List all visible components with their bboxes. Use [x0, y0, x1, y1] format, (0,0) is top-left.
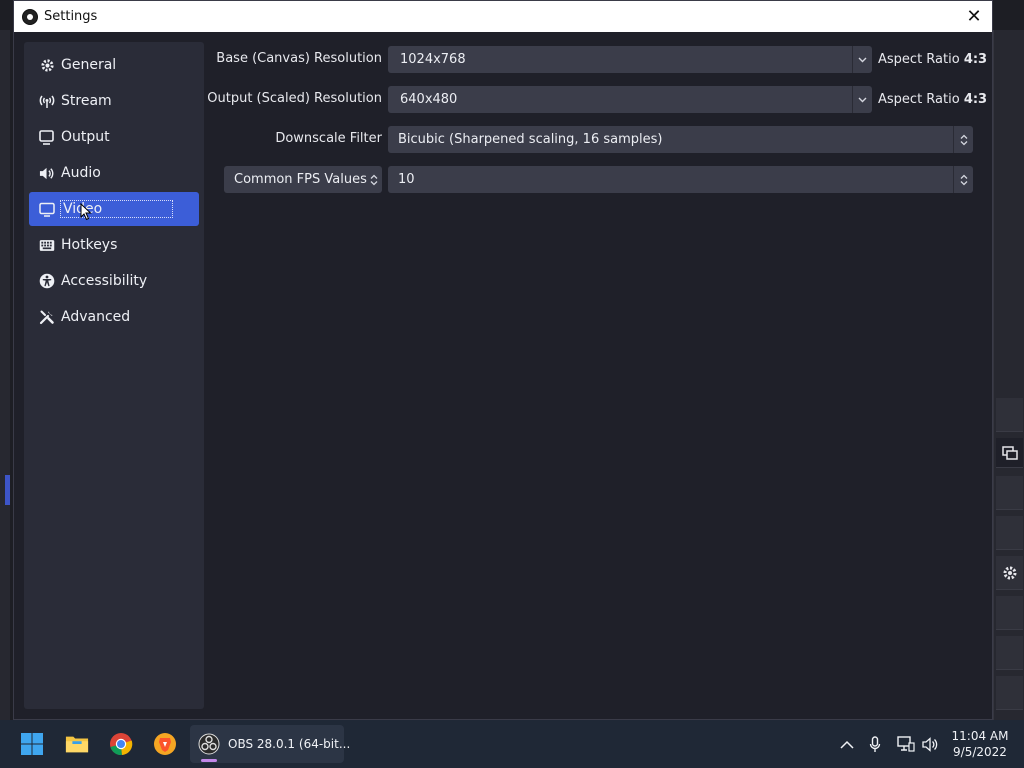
- dock-button[interactable]: [996, 476, 1023, 510]
- gear-icon: [1003, 566, 1016, 579]
- downscale-filter-value: Bicubic (Sharpened scaling, 16 samples): [398, 132, 663, 147]
- start-button[interactable]: [20, 732, 44, 756]
- base-resolution-label: Base (Canvas) Resolution: [216, 51, 382, 66]
- show-hidden-icons-button[interactable]: [838, 735, 856, 753]
- folder-icon: [65, 736, 89, 753]
- dock-button[interactable]: [996, 596, 1023, 630]
- tools-icon: [39, 309, 55, 325]
- fps-type-select[interactable]: Common FPS Values: [224, 166, 382, 193]
- chrome-icon: [110, 733, 133, 756]
- gear-icon: [39, 57, 55, 73]
- close-button[interactable]: ✕: [962, 5, 986, 27]
- microphone-tray-button[interactable]: [866, 735, 884, 753]
- output-icon: [39, 129, 55, 145]
- sidebar-item-general[interactable]: General: [29, 48, 199, 82]
- updown-arrows-icon[interactable]: [953, 126, 973, 153]
- brave-button[interactable]: [153, 732, 177, 756]
- undock-icon: [1001, 445, 1018, 460]
- dock-button[interactable]: [996, 516, 1023, 550]
- settings-sidebar: General Stream Output Audio Video: [24, 42, 204, 709]
- sidebar-item-label: Advanced: [61, 309, 131, 325]
- monitor-icon: [39, 201, 55, 217]
- downscale-filter-label: Downscale Filter: [275, 131, 382, 146]
- clock-time: 11:04 AM: [951, 729, 1009, 743]
- title-bar: Settings ✕: [14, 1, 992, 32]
- taskbar-obs-button[interactable]: OBS 28.0.1 (64-bit...: [190, 725, 350, 763]
- output-resolution-value: 640x480: [400, 92, 458, 107]
- obs-logo-icon: [198, 733, 220, 755]
- fps-type-value: Common FPS Values: [234, 172, 367, 187]
- base-resolution-combobox[interactable]: 1024x768: [388, 46, 872, 73]
- updown-arrows-icon[interactable]: [953, 166, 973, 193]
- sidebar-item-audio[interactable]: Audio: [29, 156, 199, 190]
- dock-button[interactable]: [996, 636, 1023, 670]
- dock-undock-button[interactable]: [996, 438, 1023, 468]
- taskbar-clock[interactable]: 11:04 AM 9/5/2022: [940, 728, 1020, 760]
- microphone-icon: [869, 735, 881, 752]
- aspect-ratio-value: 4:3: [963, 52, 988, 67]
- network-tray-button[interactable]: [897, 735, 915, 753]
- chevron-down-icon[interactable]: [852, 86, 872, 113]
- dialog-title: Settings: [44, 9, 98, 24]
- file-explorer-button[interactable]: [65, 732, 89, 756]
- clock-date: 9/5/2022: [953, 745, 1007, 759]
- aspect-ratio-prefix: Aspect Ratio: [878, 92, 964, 107]
- base-aspect-ratio: Aspect Ratio 4:3: [878, 52, 987, 67]
- sidebar-item-output[interactable]: Output: [29, 120, 199, 154]
- downscale-filter-select[interactable]: Bicubic (Sharpened scaling, 16 samples): [388, 126, 973, 153]
- sidebar-item-hotkeys[interactable]: Hotkeys: [29, 228, 199, 262]
- base-resolution-value: 1024x768: [400, 52, 466, 67]
- aspect-ratio-prefix: Aspect Ratio: [878, 52, 964, 67]
- obs-left-dock-edge: [0, 30, 10, 720]
- dock-button[interactable]: [996, 676, 1023, 710]
- fps-value-select[interactable]: 10: [388, 166, 973, 193]
- dock-button[interactable]: [996, 398, 1023, 432]
- updown-arrows-icon[interactable]: [367, 166, 382, 193]
- windows-logo-icon: [21, 733, 43, 755]
- keyboard-icon: [39, 237, 55, 253]
- chevron-up-icon: [840, 740, 854, 749]
- chevron-down-icon[interactable]: [852, 46, 872, 73]
- settings-dialog: Settings ✕ General Stream Output Audio H…: [13, 0, 993, 720]
- fps-value: 10: [398, 172, 415, 187]
- output-aspect-ratio: Aspect Ratio 4:3: [878, 92, 987, 107]
- sidebar-item-label: Audio: [61, 165, 101, 181]
- speaker-icon: [39, 165, 55, 181]
- mouse-pointer-icon: [80, 202, 92, 224]
- dock-settings-button[interactable]: [996, 556, 1023, 590]
- sidebar-item-label: Video: [59, 200, 174, 218]
- sidebar-item-label: Accessibility: [61, 273, 148, 289]
- video-settings-panel: Base (Canvas) Resolution 1024x768 Aspect…: [205, 32, 992, 720]
- sidebar-item-advanced[interactable]: Advanced: [29, 300, 199, 334]
- taskbar-obs-label: OBS 28.0.1 (64-bit...: [228, 737, 351, 751]
- obs-right-dock-edge: [993, 30, 1024, 720]
- chrome-button[interactable]: [109, 732, 133, 756]
- obs-logo-icon: [22, 8, 38, 25]
- sidebar-item-label: General: [61, 57, 117, 73]
- sidebar-item-video[interactable]: Video: [29, 192, 199, 226]
- sidebar-item-label: Hotkeys: [61, 237, 118, 253]
- sidebar-item-label: Stream: [61, 93, 112, 109]
- network-icon: [897, 736, 915, 752]
- output-resolution-combobox[interactable]: 640x480: [388, 86, 872, 113]
- sidebar-item-accessibility[interactable]: Accessibility: [29, 264, 199, 298]
- aspect-ratio-value: 4:3: [963, 92, 988, 107]
- sidebar-item-label: Output: [61, 129, 110, 145]
- speaker-icon: [922, 736, 938, 752]
- brave-icon: [154, 733, 176, 755]
- sidebar-item-stream[interactable]: Stream: [29, 84, 199, 118]
- obs-selected-scene-edge: [5, 475, 10, 505]
- broadcast-icon: [39, 93, 55, 109]
- output-resolution-label: Output (Scaled) Resolution: [207, 91, 382, 106]
- active-app-indicator: [201, 759, 217, 762]
- accessibility-icon: [39, 273, 55, 289]
- volume-tray-button[interactable]: [922, 735, 940, 753]
